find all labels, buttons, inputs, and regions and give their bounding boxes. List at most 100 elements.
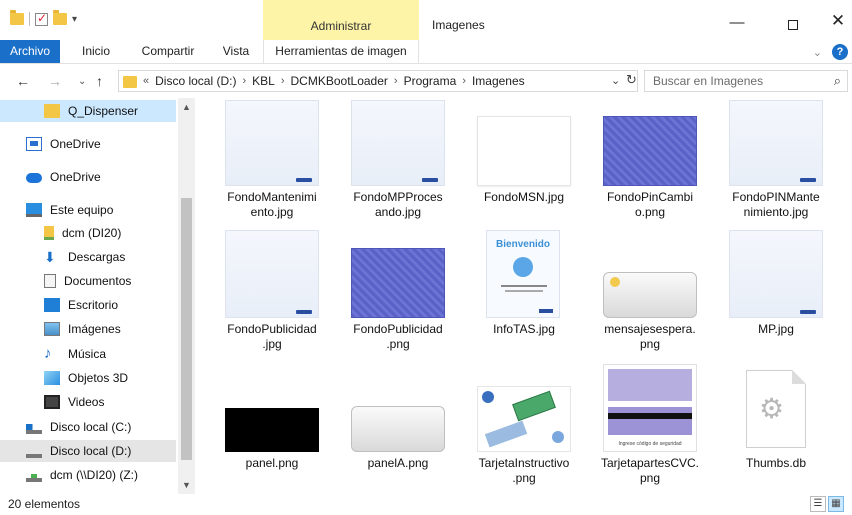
large-icons-view-icon[interactable]: ▦ [828,496,844,512]
recent-locations-icon[interactable]: ⌄ [78,76,86,87]
file-item[interactable]: FondoMPProces ando.jpg [334,98,454,224]
file-name-line2: png [639,471,661,485]
nav-item-onedrive-business[interactable]: OneDrive [0,133,176,155]
file-name: panel.png [208,456,336,471]
file-item[interactable]: ⚙ Thumbs.db [712,364,832,490]
file-item[interactable]: Bienvenido InfoTAS.jpg [460,230,580,356]
folder-icon [44,104,60,118]
file-item[interactable]: FondoPublicidad .jpg [208,230,328,356]
nav-item-este-equipo[interactable]: Este equipo [0,199,176,221]
file-name-line2: ando.jpg [374,205,422,219]
onedrive-icon [26,173,42,183]
file-name: FondoMSN.jpg [460,190,588,205]
search-input[interactable] [653,74,823,88]
nav-item-musica[interactable]: ♪ Música [0,343,176,365]
back-button[interactable]: ← [16,73,30,89]
scroll-up-icon[interactable]: ▲ [182,102,191,112]
nav-item-onedrive[interactable]: OneDrive [0,166,176,188]
new-folder-icon[interactable] [53,10,67,25]
maximize-button[interactable] [770,14,816,38]
tab-compartir[interactable]: Compartir [133,40,203,63]
up-button[interactable]: ↑ [96,73,103,89]
computer-icon [26,203,42,217]
file-name-line1: TarjetaInstructivo [478,456,570,470]
image-thumbnail [729,230,823,318]
crumb-disco-local-d[interactable]: Disco local (D:) [155,74,236,88]
logo-mark [800,178,816,182]
file-item[interactable]: FondoMantenimi ento.jpg [208,98,328,224]
forward-button[interactable]: → [48,73,62,89]
refresh-icon[interactable]: ↻ [626,72,637,88]
tab-vista[interactable]: Vista [214,40,258,63]
crumb-dcmkbootloader[interactable]: DCMKBootLoader [291,74,388,88]
file-item[interactable]: FondoPinCambi o.png [586,98,706,224]
file-item[interactable]: Ingrese código de seguridad Tarjetaparte… [586,364,706,490]
divider [29,12,30,26]
file-item[interactable]: TarjetaInstructivo .png [460,364,580,490]
nav-item-escritorio[interactable]: Escritorio [0,294,176,316]
scroll-down-icon[interactable]: ▼ [182,480,191,490]
nav-item-dcm-z[interactable]: dcm (\\DI20) (Z:) [0,464,176,486]
address-bar[interactable]: « Disco local (D:) › KBL › DCMKBootLoade… [118,70,638,92]
nav-item-videos[interactable]: Videos [0,391,176,413]
file-item[interactable]: panelA.png [334,364,454,490]
search-icon[interactable]: ⌕ [834,73,841,89]
properties-icon[interactable] [35,11,48,26]
logo-mark [296,310,312,314]
page-fold [792,370,806,384]
file-name-line1: TarjetapartesCVC. [600,456,700,470]
crumb-programa[interactable]: Programa [404,74,457,88]
nav-item-imagenes[interactable]: Imágenes [0,318,176,340]
nav-item-label: OneDrive [50,137,101,151]
nav-item-dcm-di20[interactable]: dcm (DI20) [0,222,176,244]
file-item[interactable]: FondoPublicidad .png [334,230,454,356]
file-name-line2: .png [386,337,410,351]
minimize-button[interactable]: — [714,14,760,38]
file-item[interactable]: panel.png [208,364,328,490]
user-folder-icon [44,226,54,240]
nav-item-label: Música [68,347,107,361]
chevron-right-icon[interactable]: › [242,75,246,87]
file-item[interactable]: MP.jpg [712,230,832,356]
view-switcher: ☰ ▦ [810,496,844,512]
overflow-crumbs-icon[interactable]: « [143,75,149,87]
file-name-line1: mensajesespera. [604,322,696,336]
nav-item-descargas[interactable]: ⬇ Descargas [0,246,176,268]
nav-item-disco-local-d[interactable]: Disco local (D:) [0,440,176,462]
nav-scrollbar[interactable]: ▲ ▼ [178,98,195,494]
file-name-line2: png [639,337,661,351]
file-item[interactable]: FondoPINMante nimiento.jpg [712,98,832,224]
crumb-imagenes[interactable]: Imagenes [472,74,525,88]
customize-toolbar-icon[interactable]: ▾ [72,14,77,25]
nav-item-objetos-3d[interactable]: Objetos 3D [0,367,176,389]
text-line [505,290,543,292]
image-thumbnail [477,386,571,452]
crumb-kbl[interactable]: KBL [252,74,275,88]
logo-mark [296,178,312,182]
search-box[interactable]: ⌕ [644,70,848,92]
tab-herramientas-de-imagen[interactable]: Herramientas de imagen [263,40,419,63]
nav-item-q-dispenser[interactable]: Q_Dispenser [0,100,176,122]
close-button[interactable]: ✕ [815,11,852,35]
scrollbar-thumb[interactable] [181,198,192,460]
music-icon: ♪ [44,345,52,362]
chevron-right-icon[interactable]: › [462,75,466,87]
chevron-right-icon[interactable]: › [281,75,285,87]
file-item[interactable]: mensajesespera. png [586,230,706,356]
ribbon-controls: ⌄ ? [813,44,848,60]
details-view-icon[interactable]: ☰ [810,496,826,512]
tab-inicio[interactable]: Inicio [72,40,120,63]
address-dropdown-icon[interactable]: ⌄ [611,74,620,87]
nav-item-disco-local-c[interactable]: Disco local (C:) [0,416,176,438]
tab-archivo[interactable]: Archivo [0,40,60,63]
file-name: TarjetapartesCVC. png [586,456,714,486]
expand-ribbon-icon[interactable]: ⌄ [813,46,822,59]
folder-icon[interactable] [10,10,24,25]
nav-item-documentos[interactable]: Documentos [0,270,176,292]
tab-administrar[interactable]: Administrar [263,0,419,40]
file-name-line1: FondoMPProces [353,190,443,204]
file-item[interactable]: FondoMSN.jpg [460,98,580,224]
chevron-right-icon[interactable]: › [394,75,398,87]
image-thumbnail [351,100,445,186]
help-icon[interactable]: ? [832,44,848,60]
